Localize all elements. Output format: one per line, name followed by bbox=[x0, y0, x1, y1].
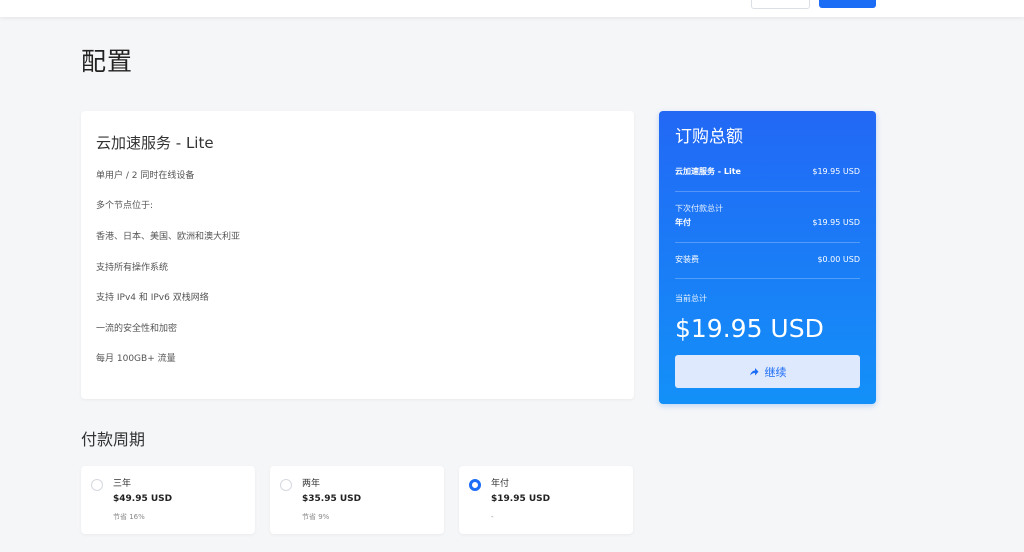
billing-option-2-years[interactable]: 两年 $35.95 USD 节省 9% bbox=[270, 466, 444, 534]
next-payment-label: 下次付款总计 bbox=[675, 204, 723, 213]
summary-divider bbox=[675, 242, 860, 243]
feature-item: 香港、日本、美国、欧洲和澳大利亚 bbox=[96, 232, 241, 242]
radio-icon[interactable] bbox=[280, 479, 292, 491]
continue-button-label: 继续 bbox=[764, 365, 787, 379]
summary-product-label: 云加速服务 - Lite bbox=[675, 167, 741, 176]
summary-setup-label: 安装费 bbox=[675, 255, 699, 264]
order-summary-title: 订购总额 bbox=[675, 127, 743, 147]
billing-cycle-title: 付款周期 bbox=[81, 430, 146, 449]
feature-item: 一流的安全性和加密 bbox=[96, 324, 178, 334]
current-total-label: 当前总计 bbox=[675, 294, 707, 303]
navbar-secondary-button[interactable] bbox=[751, 0, 810, 9]
billing-option-price: $35.95 USD bbox=[302, 494, 362, 504]
feature-item: 支持所有操作系统 bbox=[96, 263, 169, 273]
billing-option-annually[interactable]: 年付 $19.95 USD - bbox=[459, 466, 633, 534]
billing-option-name: 年付 bbox=[491, 479, 510, 489]
billing-option-name: 三年 bbox=[113, 479, 132, 489]
arrow-forward-icon bbox=[749, 367, 758, 375]
navbar-primary-button[interactable] bbox=[819, 0, 876, 8]
feature-item: 多个节点位于: bbox=[96, 201, 154, 211]
top-navbar bbox=[0, 0, 1024, 17]
summary-cycle-price: $19.95 USD bbox=[812, 218, 860, 227]
page-title: 配置 bbox=[81, 47, 134, 76]
summary-divider bbox=[675, 278, 860, 279]
billing-option-name: 两年 bbox=[302, 479, 321, 489]
feature-item: 每月 100GB+ 流量 bbox=[96, 354, 176, 364]
billing-option-3-years[interactable]: 三年 $49.95 USD 节省 16% bbox=[81, 466, 255, 534]
billing-option-price: $19.95 USD bbox=[491, 494, 551, 504]
feature-item: 支持 IPv4 和 IPv6 双栈网络 bbox=[96, 293, 209, 303]
summary-setup-price: $0.00 USD bbox=[817, 255, 860, 264]
order-summary-card: 订购总额 云加速服务 - Lite $19.95 USD 下次付款总计 年付 $… bbox=[659, 111, 876, 404]
billing-option-saving: 节省 16% bbox=[113, 513, 145, 521]
continue-button[interactable]: 继续 bbox=[675, 355, 860, 388]
product-card: 云加速服务 - Lite 单用户 / 2 同时在线设备 多个节点位于: 香港、日… bbox=[81, 111, 634, 399]
billing-option-saving: - bbox=[491, 513, 494, 521]
summary-cycle-label: 年付 bbox=[675, 218, 691, 227]
summary-divider bbox=[675, 191, 860, 192]
summary-product-price: $19.95 USD bbox=[812, 167, 860, 176]
feature-item: 单用户 / 2 同时在线设备 bbox=[96, 171, 195, 181]
radio-icon[interactable] bbox=[91, 479, 103, 491]
product-name: 云加速服务 - Lite bbox=[96, 134, 214, 152]
billing-option-price: $49.95 USD bbox=[113, 494, 173, 504]
radio-checked-icon[interactable] bbox=[469, 479, 481, 491]
total-amount: $19.95 USD bbox=[675, 314, 824, 343]
billing-option-saving: 节省 9% bbox=[302, 513, 330, 521]
